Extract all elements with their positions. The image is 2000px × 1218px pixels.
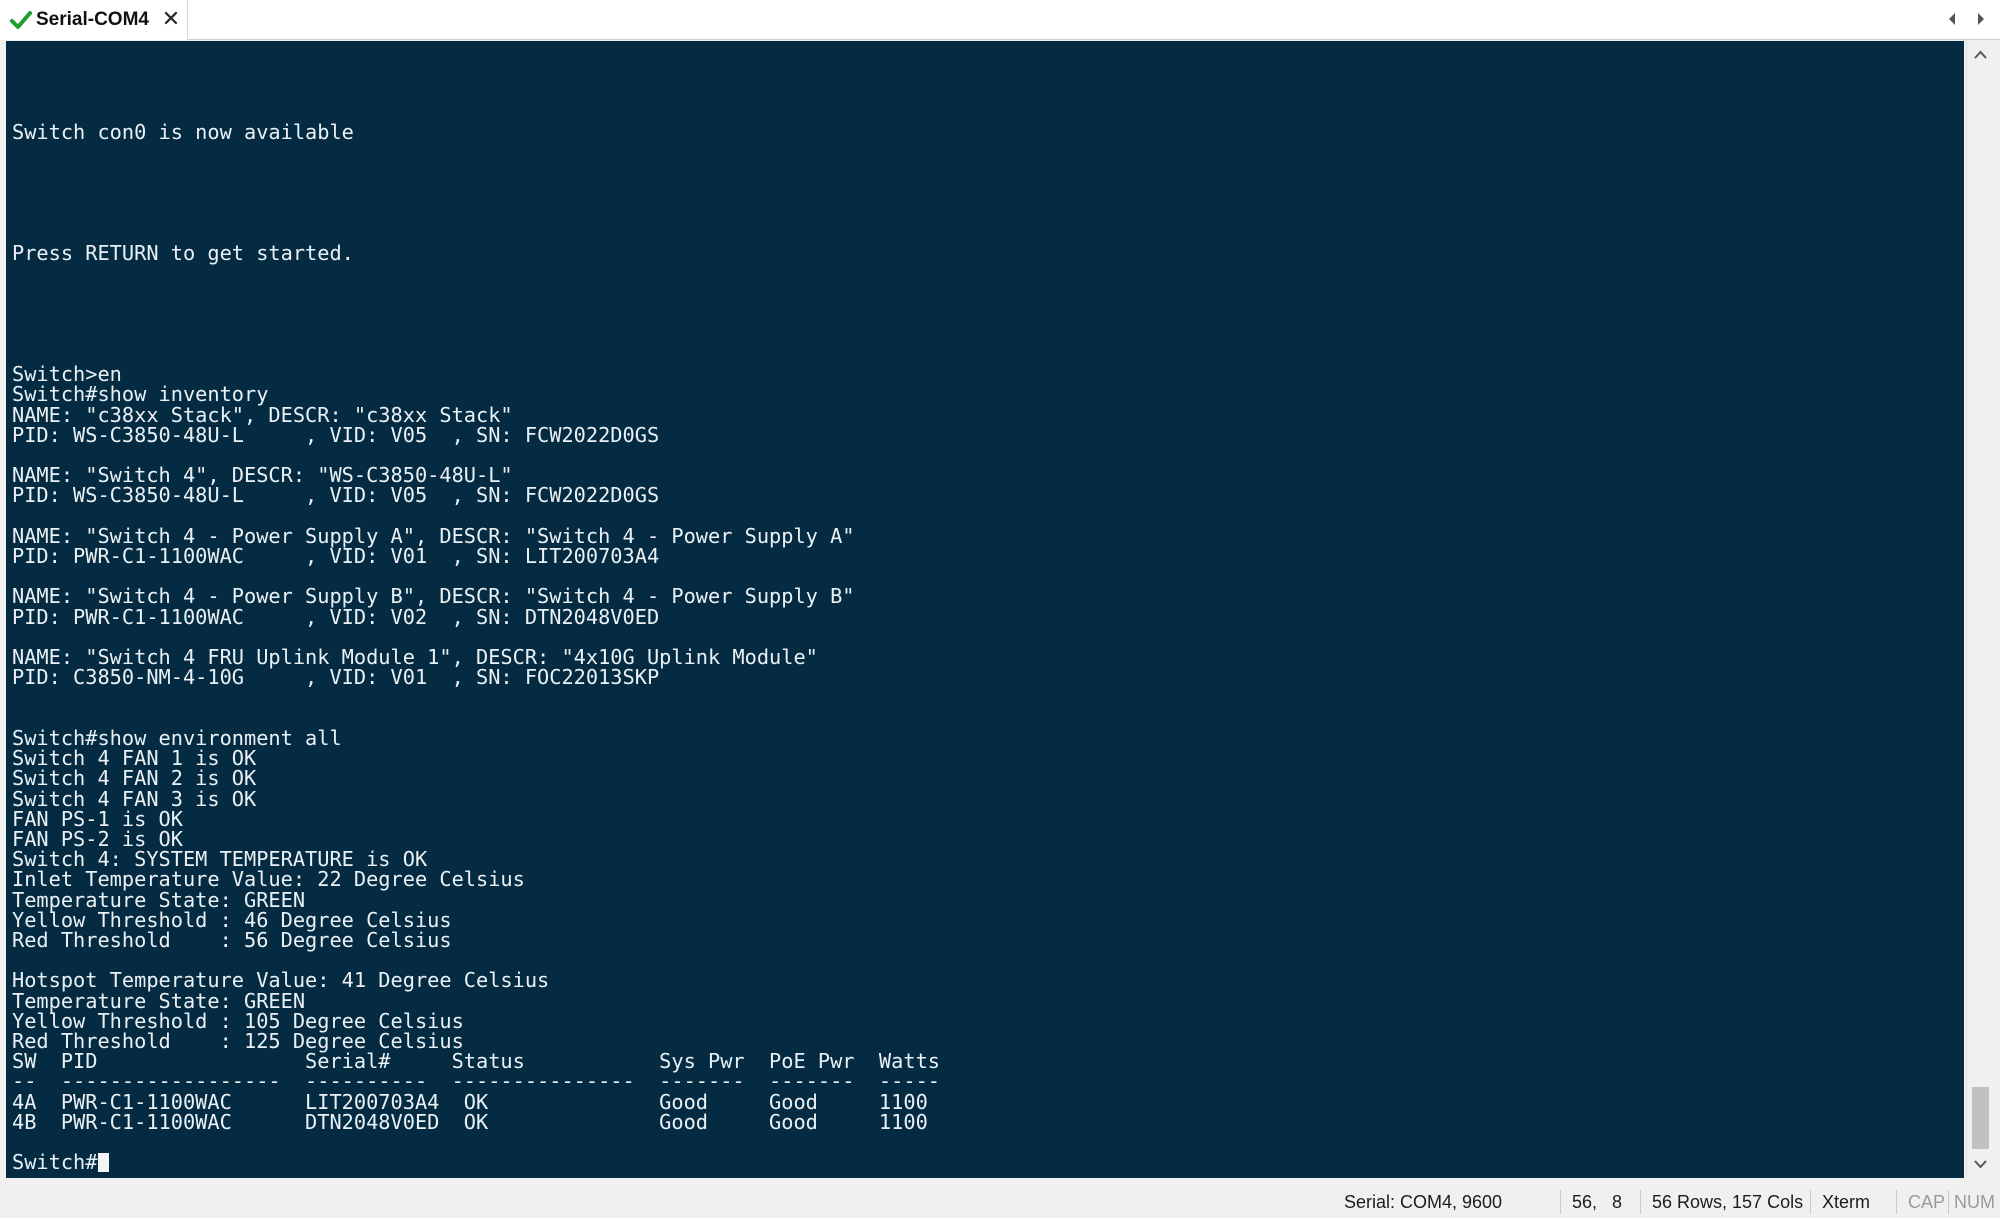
status-num: NUM xyxy=(1954,1192,1995,1212)
tab-title: Serial-COM4 xyxy=(36,9,149,30)
status-terminal-type: Xterm xyxy=(1822,1192,1871,1212)
terminal-line: PID: PWR-C1-1100WAC , VID: V01 , SN: LIT… xyxy=(12,544,660,569)
terminal-line: PID: C3850-NM-4-10G , VID: V01 , SN: FOC… xyxy=(12,665,660,690)
status-divider xyxy=(1560,1190,1561,1214)
vertical-scrollbar[interactable] xyxy=(1966,41,1994,1178)
tab-scroll-left-icon[interactable] xyxy=(1945,10,1959,28)
terminal-line: PID: PWR-C1-1100WAC , VID: V02 , SN: DTN… xyxy=(12,604,660,629)
status-cap: CAP xyxy=(1908,1192,1946,1212)
terminal-line: Red Threshold : 56 Degree Celsius xyxy=(12,927,452,952)
status-connection: Serial: COM4, 9600 xyxy=(1344,1192,1503,1212)
status-cursor-col: 8 xyxy=(1612,1192,1623,1212)
close-icon[interactable]: ✕ xyxy=(160,8,182,30)
status-divider xyxy=(1948,1190,1949,1214)
terminal-prompt: Switch# xyxy=(12,1150,98,1175)
text-cursor xyxy=(98,1153,110,1173)
scroll-up-arrow-icon[interactable] xyxy=(1967,41,1994,69)
scroll-down-arrow-icon[interactable] xyxy=(1967,1150,1994,1178)
status-divider xyxy=(1896,1190,1897,1214)
terminal-line: PID: WS-C3850-48U-L , VID: V05 , SN: FCW… xyxy=(12,422,660,447)
check-icon xyxy=(10,11,32,29)
terminal-line: PID: WS-C3850-48U-L , VID: V05 , SN: FCW… xyxy=(12,483,660,508)
status-divider xyxy=(1640,1190,1641,1214)
status-dimensions: 56 Rows, 157 Cols xyxy=(1652,1192,1804,1212)
terminal-lines: Switch con0 is now available Press RETUR… xyxy=(12,120,940,1134)
terminal-text: Switch con0 is now available Press RETUR… xyxy=(12,41,940,1175)
terminal-output[interactable]: Switch con0 is now available Press RETUR… xyxy=(6,41,1964,1178)
status-divider xyxy=(1810,1190,1811,1214)
status-cursor-row: 56, xyxy=(1572,1192,1598,1212)
tab-serial-com4[interactable]: Serial-COM4 ✕ xyxy=(0,0,188,40)
tab-scroll-right-icon[interactable] xyxy=(1974,10,1988,28)
terminal-line: Switch con0 is now available xyxy=(12,119,354,144)
status-bar: Serial: COM4, 9600 56, 8 56 Rows, 157 Co… xyxy=(0,1186,2000,1218)
terminal-line: Press RETURN to get started. xyxy=(12,241,354,266)
tab-bar: Serial-COM4 ✕ xyxy=(0,0,2000,40)
scrollbar-thumb[interactable] xyxy=(1972,1087,1989,1149)
terminal-line: 4B PWR-C1-1100WAC DTN2048V0ED OK Good Go… xyxy=(12,1109,928,1134)
